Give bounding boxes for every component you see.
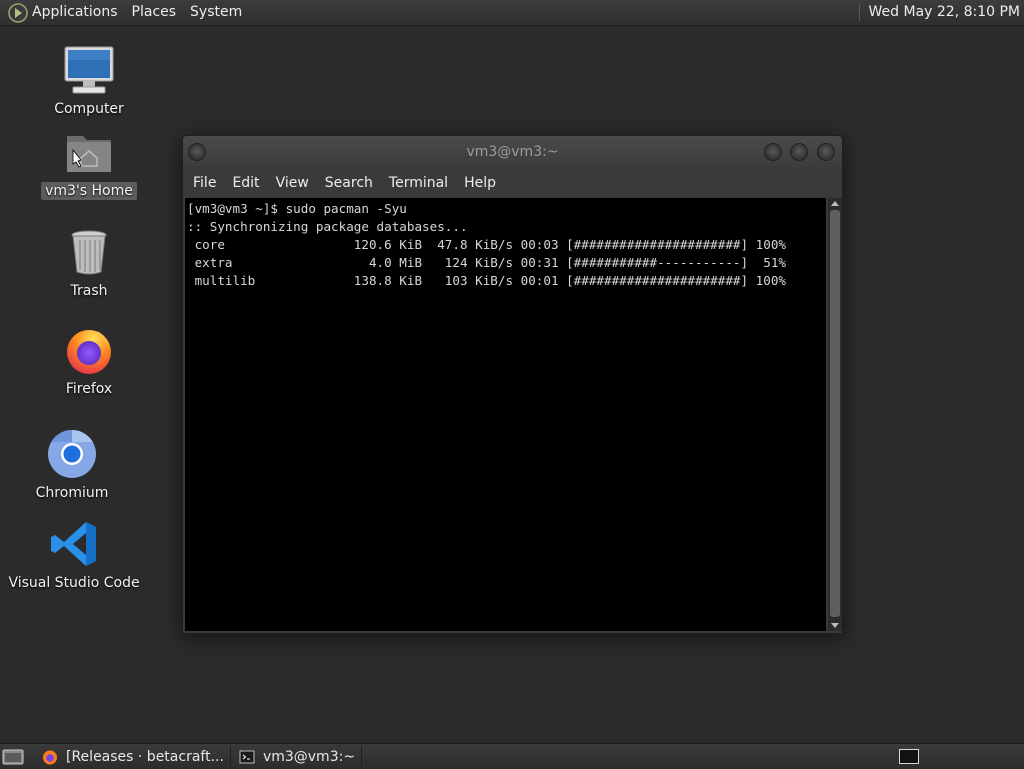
terminal-icon [239,749,255,765]
firefox-icon [42,749,58,765]
scroll-up-arrow-icon[interactable] [831,201,839,206]
desktop-icon-label: Chromium [32,484,113,502]
window-titlebar[interactable]: vm3@vm3:~ [183,136,842,168]
system-menu[interactable]: System [184,0,250,25]
desktop-icon-label: vm3's Home [41,182,137,200]
bottom-panel: [Releases · betacraft... vm3@vm3:~ [0,743,1024,769]
desktop-icon-label: Trash [67,282,112,300]
taskbar-item-firefox[interactable]: [Releases · betacraft... [38,746,231,767]
show-desktop-icon[interactable] [2,748,24,766]
desktop-icon-home[interactable]: vm3's Home [44,126,134,200]
monitor-icon [63,44,115,96]
desktop-icon-firefox[interactable]: Firefox [54,324,124,398]
terminal-line: extra 4.0 MiB 124 KiB/s 00:31 [#########… [187,255,786,270]
workspace-switcher[interactable] [899,749,919,764]
desktop-icon-trash[interactable]: Trash [54,226,124,300]
close-button[interactable] [817,143,835,161]
desktop-icon-chromium[interactable]: Chromium [37,428,107,502]
terminal-scrollbar[interactable] [828,198,842,631]
window-title: vm3@vm3:~ [183,136,842,168]
menu-help[interactable]: Help [456,168,504,198]
terminal-window[interactable]: vm3@vm3:~ File Edit View Search Terminal… [182,135,843,634]
terminal-line: multilib 138.8 KiB 103 KiB/s 00:01 [####… [187,273,786,288]
desktop-icon-label: Computer [50,100,128,118]
menu-search[interactable]: Search [317,168,381,198]
places-menu[interactable]: Places [126,0,185,25]
top-panel: Applications Places System Wed May 22, 8… [0,0,1024,26]
firefox-icon [63,324,115,376]
scrollbar-thumb[interactable] [830,210,840,617]
desktop-icon-label: Firefox [62,380,116,398]
terminal-menubar: File Edit View Search Terminal Help [183,168,842,198]
terminal-line: :: Synchronizing package databases... [187,219,468,234]
chromium-icon [46,428,98,480]
menu-view[interactable]: View [268,168,317,198]
taskbar-item-label: [Releases · betacraft... [66,749,224,765]
taskbar-item-terminal[interactable]: vm3@vm3:~ [235,746,362,767]
applications-menu[interactable]: Applications [32,0,126,25]
desktop-icon-label: Visual Studio Code [4,574,143,592]
desktop-icon-computer[interactable]: Computer [54,44,124,118]
menu-file[interactable]: File [185,168,224,198]
taskbar-item-label: vm3@vm3:~ [263,749,355,765]
terminal-line: core 120.6 KiB 47.8 KiB/s 00:03 [#######… [187,237,786,252]
scroll-down-arrow-icon[interactable] [831,623,839,628]
menu-terminal[interactable]: Terminal [381,168,456,198]
terminal-output[interactable]: [vm3@vm3 ~]$ sudo pacman -Syu :: Synchro… [185,198,826,631]
minimize-button[interactable] [764,143,782,161]
gnome-foot-icon[interactable] [8,3,28,23]
menu-edit[interactable]: Edit [224,168,267,198]
home-folder-icon [63,126,115,178]
maximize-button[interactable] [790,143,808,161]
trash-icon [63,226,115,278]
panel-separator [859,4,860,21]
vscode-icon [48,518,100,570]
clock[interactable]: Wed May 22, 8:10 PM [869,0,1024,25]
desktop-icon-vscode[interactable]: Visual Studio Code [14,518,134,592]
terminal-line: [vm3@vm3 ~]$ sudo pacman -Syu [187,201,407,216]
